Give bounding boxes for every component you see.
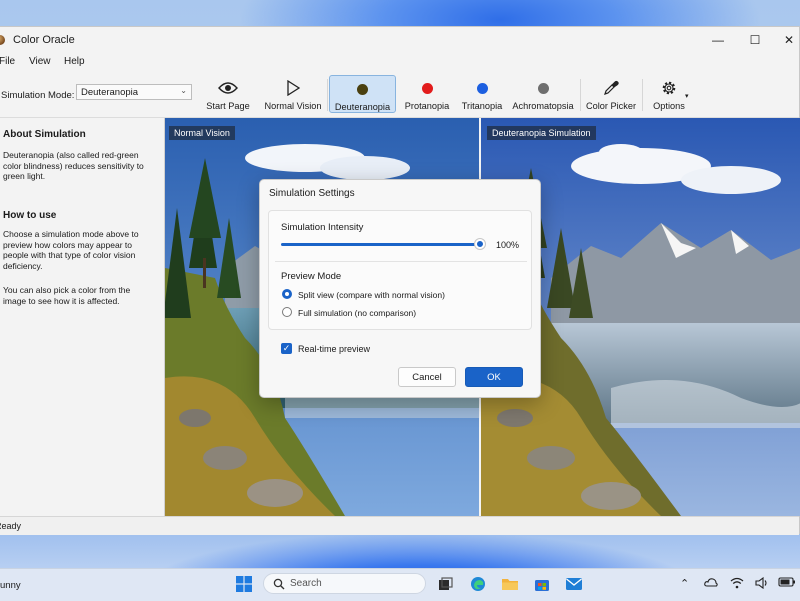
menu-bar: File View Help bbox=[0, 53, 799, 71]
simulation-tag: Deuteranopia Simulation bbox=[487, 126, 596, 140]
options-label: Options bbox=[653, 101, 685, 111]
eyedropper-icon bbox=[603, 79, 619, 97]
achromatopsia-label: Achromatopsia bbox=[512, 101, 574, 111]
preview-mode-label: Preview Mode bbox=[281, 271, 342, 282]
howto-text-2: You can also pick a color from the image… bbox=[3, 285, 131, 306]
deuteranopia-label: Deuteranopia bbox=[334, 102, 391, 112]
volume-icon[interactable] bbox=[755, 576, 769, 592]
info-sidebar: About Simulation Deuteranopia (also call… bbox=[0, 118, 165, 516]
taskbar-search[interactable]: Search bbox=[263, 573, 426, 594]
options-chevron-icon[interactable]: ▾ bbox=[685, 92, 689, 100]
windows-start-icon[interactable] bbox=[235, 575, 253, 593]
search-icon bbox=[273, 578, 285, 590]
simulation-mode-value: Deuteranopia bbox=[81, 87, 139, 98]
status-text: Ready bbox=[0, 521, 22, 531]
menu-help[interactable]: Help bbox=[64, 56, 85, 67]
realtime-preview-label[interactable]: Real-time preview bbox=[298, 344, 370, 354]
title-bar: Color Oracle — ☐ ✕ bbox=[0, 27, 799, 53]
wifi-icon[interactable] bbox=[730, 577, 744, 592]
protanopia-dot-icon bbox=[421, 82, 433, 94]
howto-heading: How to use bbox=[3, 210, 57, 221]
cancel-button[interactable]: Cancel bbox=[398, 367, 456, 387]
edge-icon[interactable] bbox=[469, 575, 487, 593]
chevron-down-icon: ⌄ bbox=[180, 86, 187, 95]
eye-icon bbox=[218, 79, 238, 97]
maximize-button[interactable]: ☐ bbox=[745, 31, 765, 49]
ok-button[interactable]: OK bbox=[465, 367, 523, 387]
window-title: Color Oracle bbox=[13, 34, 75, 46]
color-picker-label: Color Picker bbox=[585, 101, 637, 111]
status-bar: Ready bbox=[0, 516, 799, 535]
tritanopia-label: Tritanopia bbox=[461, 101, 503, 111]
start-page-button[interactable]: Start Page bbox=[201, 75, 255, 113]
simulation-settings-dialog: Simulation Settings Simulation Intensity… bbox=[259, 179, 541, 398]
tritanopia-button[interactable]: Tritanopia bbox=[457, 75, 507, 113]
weather-widget-text[interactable]: unny bbox=[0, 580, 21, 591]
intensity-label: Simulation Intensity bbox=[281, 222, 364, 233]
split-view-radio[interactable] bbox=[282, 289, 292, 299]
normal-vision-tag: Normal Vision bbox=[169, 126, 235, 140]
protanopia-label: Protanopia bbox=[404, 101, 450, 111]
taskbar: unny Search ⌃ bbox=[0, 568, 800, 601]
achromatopsia-dot-icon bbox=[537, 82, 549, 94]
normal-vision-button[interactable]: Normal Vision bbox=[261, 75, 325, 113]
chevron-up-icon[interactable]: ⌃ bbox=[680, 577, 689, 590]
about-heading: About Simulation bbox=[3, 129, 86, 140]
split-view-label[interactable]: Split view (compare with normal vision) bbox=[298, 290, 445, 300]
file-explorer-icon[interactable] bbox=[501, 575, 519, 593]
toolbar-separator bbox=[580, 79, 581, 111]
menu-file[interactable]: File bbox=[0, 56, 15, 67]
section-divider bbox=[275, 261, 527, 262]
intensity-slider-track[interactable] bbox=[281, 243, 480, 246]
cloud-icon[interactable] bbox=[704, 577, 718, 590]
intensity-slider-thumb[interactable] bbox=[475, 239, 485, 249]
realtime-preview-checkbox[interactable]: ✓ bbox=[281, 343, 292, 354]
close-button[interactable]: ✕ bbox=[779, 31, 799, 49]
task-view-icon[interactable] bbox=[437, 575, 455, 593]
dialog-title: Simulation Settings bbox=[269, 188, 355, 199]
minimize-button[interactable]: — bbox=[708, 31, 728, 49]
battery-icon[interactable] bbox=[778, 577, 796, 590]
full-simulation-label[interactable]: Full simulation (no comparison) bbox=[298, 308, 416, 318]
howto-text-1: Choose a simulation mode above to previe… bbox=[3, 229, 139, 271]
app-logo-icon bbox=[0, 35, 5, 45]
full-simulation-radio[interactable] bbox=[282, 307, 292, 317]
settings-card: Simulation Intensity 100% Preview Mode S… bbox=[268, 210, 532, 330]
intensity-value: 100% bbox=[496, 240, 520, 250]
menu-view[interactable]: View bbox=[29, 56, 51, 67]
normal-vision-label: Normal Vision bbox=[264, 101, 322, 111]
start-page-label: Start Page bbox=[206, 101, 250, 111]
deuteranopia-dot-icon bbox=[357, 83, 368, 95]
toolbar: Simulation Mode: Deuteranopia ⌄ Start Pa… bbox=[0, 71, 799, 118]
color-picker-button[interactable]: Color Picker bbox=[584, 75, 638, 113]
search-placeholder: Search bbox=[290, 578, 322, 589]
about-text: Deuteranopia (also called red-green colo… bbox=[3, 150, 144, 181]
store-icon[interactable] bbox=[533, 575, 551, 593]
gear-icon bbox=[661, 79, 677, 97]
desktop-wallpaper bbox=[0, 532, 800, 568]
simulation-mode-select[interactable]: Deuteranopia ⌄ bbox=[76, 84, 192, 100]
protanopia-button[interactable]: Protanopia bbox=[401, 75, 453, 113]
simulation-mode-label: Simulation Mode: bbox=[1, 90, 75, 101]
toolbar-separator bbox=[327, 79, 328, 111]
achromatopsia-button[interactable]: Achromatopsia bbox=[510, 75, 576, 113]
play-icon bbox=[286, 79, 300, 97]
toolbar-separator bbox=[642, 79, 643, 111]
deuteranopia-button[interactable]: Deuteranopia bbox=[329, 75, 396, 113]
tritanopia-dot-icon bbox=[476, 82, 488, 94]
mail-icon[interactable] bbox=[565, 575, 583, 593]
